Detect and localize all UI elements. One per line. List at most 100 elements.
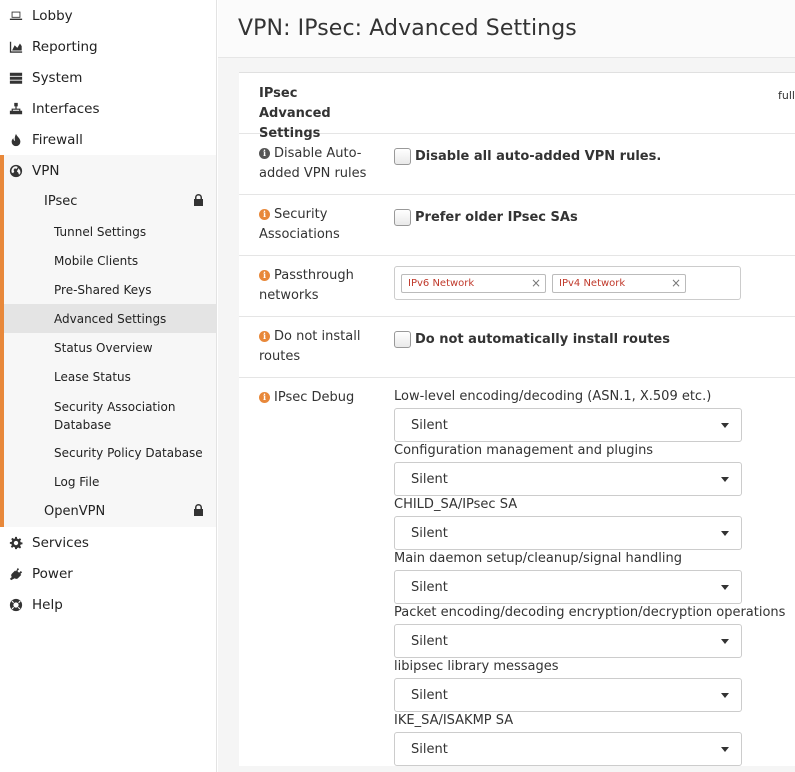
checkbox[interactable] (394, 148, 411, 165)
sidebar-item-label: Firewall (32, 131, 83, 148)
sidebar-item-services[interactable]: Services (0, 527, 216, 558)
sidebar-item-label: Reporting (32, 38, 98, 55)
sidebar-item-status-overview[interactable]: Status Overview (4, 333, 216, 362)
settings-panel: IPsec Advanced Settings full i Disable Au… (239, 72, 795, 766)
lock-icon (193, 193, 204, 210)
debug-level-select[interactable]: Silent (394, 570, 742, 604)
sidebar-item-label: Mobile Clients (54, 253, 139, 268)
area-chart-icon (8, 39, 24, 55)
sidebar-item-label: Help (32, 596, 63, 613)
globe-icon (8, 163, 24, 179)
sidebar-item-reporting[interactable]: Reporting (0, 31, 216, 62)
network-tag: IPv6 Network × (401, 273, 546, 293)
fire-icon (8, 132, 24, 148)
checkbox-label: Disable all auto-added VPN rules. (415, 149, 662, 164)
row-security-associations: i Security Associations Prefer older IPse… (239, 195, 795, 256)
sidebar-item-tunnel-settings[interactable]: Tunnel Settings (4, 217, 216, 246)
debug-label: libipsec library messages (394, 659, 559, 674)
select-value: Silent (411, 741, 448, 757)
lock-icon (193, 503, 204, 520)
tag-label: IPv4 Network (559, 277, 626, 289)
caret-down-icon (721, 530, 729, 536)
sidebar-item-firewall[interactable]: Firewall (0, 124, 216, 155)
remove-tag-icon[interactable]: × (531, 276, 541, 290)
row-passthrough: i Passthrough networks IPv6 Network × IPv4… (239, 256, 795, 317)
debug-level-select[interactable]: Silent (394, 624, 742, 658)
info-icon[interactable]: i (259, 330, 270, 342)
debug-label: Packet encoding/decoding encryption/decr… (394, 605, 786, 620)
sidebar-item-label: System (32, 69, 83, 86)
sidebar-item-label: VPN (32, 162, 60, 179)
caret-down-icon (721, 692, 729, 698)
debug-label: Main daemon setup/cleanup/signal handlin… (394, 551, 682, 566)
debug-child-item: CHILD_SA/IPsec SA Silent (394, 496, 795, 550)
sidebar-item-log-file[interactable]: Log File (4, 467, 216, 496)
caret-down-icon (721, 584, 729, 590)
debug-ike-item: IKE_SA/ISAKMP SA Silent (394, 712, 795, 766)
info-icon[interactable]: i (259, 391, 270, 403)
sidebar-item-interfaces[interactable]: Interfaces (0, 93, 216, 124)
sidebar-item-label: Interfaces (32, 100, 100, 117)
select-value: Silent (411, 579, 448, 595)
debug-libipsec-item: libipsec library messages Silent (394, 658, 795, 712)
sidebar-item-label: IPsec (44, 194, 78, 209)
panel-header-label: IPsec Advanced Settings (259, 86, 331, 141)
sidebar-item-label: Security Policy Database (54, 445, 203, 460)
row-no-routes: i Do not install routes Do not automatica… (239, 317, 795, 378)
full-help-toggle[interactable]: full (778, 89, 795, 102)
debug-level-select[interactable]: Silent (394, 516, 742, 550)
row-disable-auto: i Disable Auto-added VPN rules Disable al… (239, 134, 795, 195)
sidebar-item-sad[interactable]: Security Association Database (4, 391, 216, 438)
sidebar-item-lobby[interactable]: Lobby (0, 0, 216, 31)
checkbox[interactable] (394, 331, 411, 348)
caret-down-icon (721, 422, 729, 428)
info-icon[interactable]: i (259, 147, 270, 159)
plug-icon (8, 566, 24, 582)
select-value: Silent (411, 525, 448, 541)
debug-level-select[interactable]: Silent (394, 462, 742, 496)
row-label: i Passthrough networks (239, 256, 394, 316)
prefer-older-sas-checkbox[interactable]: Prefer older IPsec SAs (394, 209, 795, 226)
caret-down-icon (721, 746, 729, 752)
select-value: Silent (411, 471, 448, 487)
sidebar-item-system[interactable]: System (0, 62, 216, 93)
debug-label: CHILD_SA/IPsec SA (394, 497, 518, 512)
sidebar-section-vpn: VPN IPsec Tunnel Settings Mobile Clients… (0, 155, 216, 527)
gear-icon (8, 535, 24, 551)
debug-label: Low-level encoding/decoding (ASN.1, X.50… (394, 389, 712, 404)
row-ipsec-debug: i IPsec Debug Low-level encoding/decoding… (239, 378, 795, 766)
sidebar-item-spd[interactable]: Security Policy Database (4, 438, 216, 467)
sidebar-item-power[interactable]: Power (0, 558, 216, 589)
sidebar-item-pre-shared-keys[interactable]: Pre-Shared Keys (4, 275, 216, 304)
sidebar-item-ipsec[interactable]: IPsec (4, 186, 216, 217)
row-label-text: Passthrough networks (259, 268, 354, 303)
debug-packet-item: Packet encoding/decoding encryption/decr… (394, 604, 795, 658)
info-icon[interactable]: i (259, 269, 270, 281)
row-label: i Security Associations (239, 195, 394, 255)
sidebar-item-advanced-settings[interactable]: Advanced Settings (4, 304, 216, 333)
sidebar-item-openvpn[interactable]: OpenVPN (4, 496, 216, 527)
debug-label: Configuration management and plugins (394, 443, 654, 458)
sidebar-item-label: Security Association Database (54, 399, 176, 432)
debug-daemon-item: Main daemon setup/cleanup/signal handlin… (394, 550, 795, 604)
checkbox[interactable] (394, 209, 411, 226)
info-icon[interactable]: i (259, 208, 270, 220)
passthrough-networks-input[interactable]: IPv6 Network × IPv4 Network × (394, 266, 741, 300)
remove-tag-icon[interactable]: × (671, 276, 681, 290)
no-install-routes-checkbox[interactable]: Do not automatically install routes (394, 331, 795, 348)
disable-auto-rules-checkbox[interactable]: Disable all auto-added VPN rules. (394, 148, 795, 165)
sidebar-item-mobile-clients[interactable]: Mobile Clients (4, 246, 216, 275)
select-value: Silent (411, 417, 448, 433)
network-tag: IPv4 Network × (552, 273, 686, 293)
sidebar-item-label: OpenVPN (44, 504, 106, 519)
main-content: VPN: IPsec: Advanced Settings IPsec Adva… (218, 0, 795, 772)
debug-level-select[interactable]: Silent (394, 732, 742, 766)
sidebar-item-vpn[interactable]: VPN (4, 155, 216, 186)
sidebar-item-label: Services (32, 534, 89, 551)
debug-level-select[interactable]: Silent (394, 678, 742, 712)
checkbox-label: Prefer older IPsec SAs (415, 210, 578, 225)
sidebar-item-lease-status[interactable]: Lease Status (4, 362, 216, 391)
debug-level-select[interactable]: Silent (394, 408, 742, 442)
sidebar-item-help[interactable]: Help (0, 589, 216, 620)
page-title: VPN: IPsec: Advanced Settings (238, 16, 577, 41)
